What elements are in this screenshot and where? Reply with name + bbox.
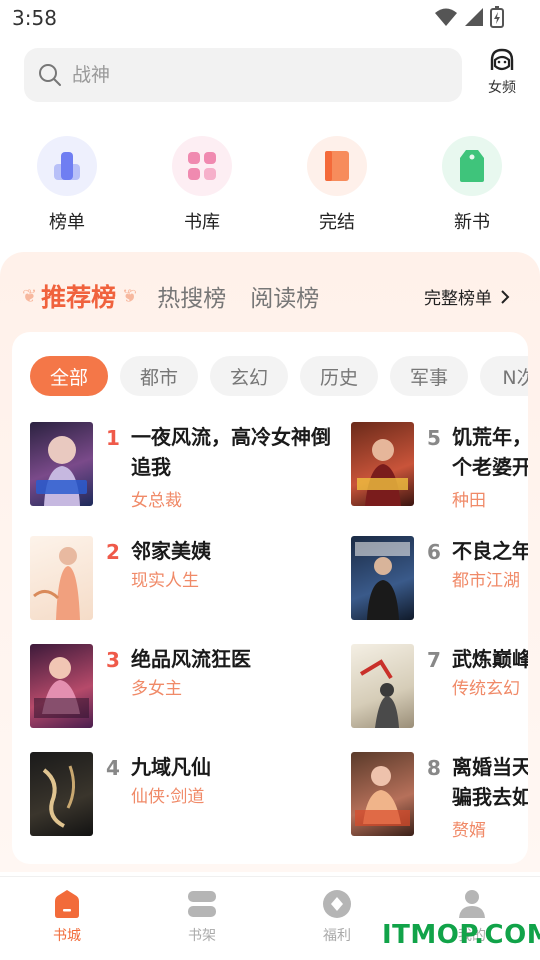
battery-icon (490, 6, 504, 28)
book-item[interactable]: 2 邻家美姨 现实人生 (30, 536, 350, 626)
book-item[interactable]: 1 一夜风流，高冷女神倒追我 女总裁 (30, 422, 350, 512)
nav-bookstore[interactable]: 书城 (27, 889, 107, 945)
female-face-icon (490, 48, 514, 71)
chip-nth-dimension[interactable]: N次 (480, 356, 528, 396)
chip-military[interactable]: 军事 (390, 356, 468, 396)
book-title: 离婚当天 (452, 755, 528, 779)
tab-recommended[interactable]: 推荐榜 (41, 278, 116, 314)
rank-number: 5 (427, 426, 441, 450)
book-cover (30, 536, 93, 620)
book-item[interactable]: 5 饥荒年， 个老婆开 种田 (351, 422, 528, 512)
book-cover (351, 752, 414, 836)
book-cover (351, 422, 414, 506)
book-genre: 多女主 (131, 679, 182, 699)
female-channel-label: 女频 (488, 80, 516, 96)
book-item[interactable]: 3 绝品风流狂医 多女主 (30, 644, 350, 734)
rank-number: 6 (427, 540, 441, 564)
book-genre: 女总裁 (131, 491, 182, 511)
ranking-panel: ❦ 推荐榜 ❦ 热搜榜 阅读榜 完整榜单 全部 都市 玄幻 历史 军事 N次 1 一夜风流… (0, 252, 540, 872)
rank-number: 8 (427, 756, 441, 780)
chip-urban[interactable]: 都市 (120, 356, 198, 396)
book-title: 饥荒年， (452, 425, 528, 449)
book-cover (351, 644, 414, 728)
book-cover (30, 752, 93, 836)
search-icon (39, 64, 61, 86)
book-item[interactable]: 4 九域凡仙 仙侠·剑道 (30, 752, 350, 842)
rank-number: 7 (427, 648, 441, 672)
rank-number: 1 (106, 426, 120, 450)
book-title: 武炼巅峰 (452, 647, 528, 671)
rank-number: 2 (106, 540, 120, 564)
full-list-link[interactable]: 完整榜单 (424, 284, 510, 309)
tab-hot-search[interactable]: 热搜榜 (157, 279, 226, 313)
search-bar[interactable] (24, 48, 462, 102)
book-genre: 赘婿 (452, 821, 486, 841)
book-cover (30, 644, 93, 728)
tag-icon (442, 136, 502, 196)
nav-rewards[interactable]: 福利 (297, 889, 377, 945)
shortcut-library[interactable]: 书库 (162, 136, 242, 234)
category-shortcuts: 榜单 书库 完结 新书 (0, 136, 540, 240)
nav-label: 书架 (188, 928, 216, 944)
watermark: ITMOP.COM (382, 920, 540, 950)
book-item[interactable]: 8 离婚当天 骗我去如 赘婿 (351, 752, 528, 842)
book-genre: 传统玄幻 (452, 679, 520, 699)
bookshelf-icon (188, 891, 216, 917)
laurel-icon: ❦ (22, 285, 38, 307)
chart-bars-icon (37, 136, 97, 196)
shortcut-rankings[interactable]: 榜单 (27, 136, 107, 234)
shortcut-label: 书库 (184, 212, 220, 233)
book-cover (351, 536, 414, 620)
book-icon (307, 136, 367, 196)
rank-number: 3 (106, 648, 120, 672)
book-genre: 都市江湖 (452, 571, 520, 591)
book-title-line2: 骗我去如 (452, 785, 528, 809)
book-item[interactable]: 6 不良之年 都市江湖 (351, 536, 528, 626)
wifi-icon (435, 8, 457, 26)
book-genre: 现实人生 (131, 571, 199, 591)
chip-history[interactable]: 历史 (300, 356, 378, 396)
nav-bookshelf[interactable]: 书架 (162, 889, 242, 945)
rewards-icon (323, 890, 351, 918)
genre-chips: 全部 都市 玄幻 历史 军事 N次 (30, 356, 528, 398)
book-title: 绝品风流狂医 (131, 647, 251, 671)
rank-number: 4 (106, 756, 120, 780)
book-cover (30, 422, 93, 506)
full-list-label: 完整榜单 (424, 289, 492, 309)
ranking-card: 全部 都市 玄幻 历史 军事 N次 1 一夜风流，高冷女神倒追我 女总裁 2 邻家美姨 现… (12, 332, 528, 864)
tab-reading[interactable]: 阅读榜 (250, 279, 319, 313)
chevron-right-icon (501, 289, 510, 304)
book-item[interactable]: 7 武炼巅峰 传统玄幻 (351, 644, 528, 734)
status-bar: 3:58 (0, 0, 540, 36)
book-title: 九域凡仙 (131, 755, 211, 779)
chip-fantasy[interactable]: 玄幻 (210, 356, 288, 396)
status-time: 3:58 (12, 6, 57, 30)
signal-icon (465, 8, 483, 26)
ranking-tabs: ❦ 推荐榜 ❦ 热搜榜 阅读榜 (22, 276, 343, 316)
book-genre: 种田 (452, 491, 486, 511)
book-title: 邻家美姨 (131, 539, 211, 563)
laurel-icon: ❦ (122, 285, 138, 307)
profile-icon (459, 890, 485, 918)
female-channel-button[interactable]: 女频 (480, 48, 524, 102)
home-icon (55, 890, 79, 918)
chip-all[interactable]: 全部 (30, 356, 108, 396)
shortcut-label: 榜单 (49, 212, 85, 233)
shortcut-label: 新书 (454, 212, 490, 233)
shortcut-completed[interactable]: 完结 (297, 136, 377, 234)
book-genre: 仙侠·剑道 (131, 787, 205, 807)
book-title: 不良之年 (452, 539, 528, 563)
shortcut-new-books[interactable]: 新书 (432, 136, 512, 234)
search-input[interactable] (72, 64, 432, 86)
nav-label: 书城 (53, 928, 81, 944)
shortcut-label: 完结 (319, 212, 355, 233)
grid-icon (172, 136, 232, 196)
status-icons (434, 6, 504, 28)
book-title-line2: 个老婆开 (452, 455, 528, 479)
nav-label: 福利 (323, 928, 351, 944)
book-title: 一夜风流，高冷女神倒追我 (131, 425, 331, 479)
